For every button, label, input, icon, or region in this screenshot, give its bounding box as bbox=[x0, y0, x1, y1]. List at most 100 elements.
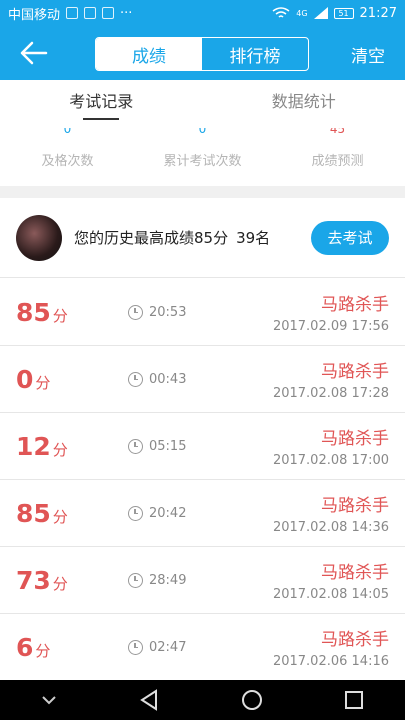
stat-pass-count: 0 及格次数 bbox=[0, 128, 135, 186]
clear-button[interactable]: 清空 bbox=[351, 42, 385, 67]
record-date: 2017.02.08 14:36 bbox=[272, 520, 389, 535]
score-unit: 分 bbox=[35, 373, 51, 392]
score-value: 0 bbox=[16, 364, 34, 394]
duration-value: 00:43 bbox=[149, 371, 187, 387]
record-meta: 马路杀手 2017.02.06 14:16 bbox=[273, 625, 389, 669]
record-date: 2017.02.08 17:00 bbox=[272, 453, 389, 468]
take-exam-button[interactable]: 去考试 bbox=[311, 220, 389, 255]
signal-icon bbox=[313, 7, 328, 19]
record-title: 马路杀手 bbox=[321, 496, 389, 516]
duration: 28:49 bbox=[128, 572, 187, 588]
records-list[interactable]: 85 分 20:53 马路杀手 2017.02.09 17:56 0 分 00:… bbox=[0, 279, 405, 680]
score: 85 分 bbox=[16, 298, 128, 327]
best-score-text: 您的历史最高成绩85分 bbox=[74, 229, 229, 247]
stat-label: 成绩预测 bbox=[311, 154, 364, 169]
score-value: 85 bbox=[16, 498, 51, 528]
network-type: 4G bbox=[296, 8, 308, 18]
record-title: 马路杀手 bbox=[321, 429, 389, 449]
clock-icon bbox=[128, 572, 143, 588]
record-title: 马路杀手 bbox=[321, 295, 389, 315]
stat-value: 0 bbox=[63, 128, 72, 136]
stat-value: 0 bbox=[198, 128, 207, 136]
record-row[interactable]: 73 分 28:49 马路杀手 2017.02.08 14:05 bbox=[0, 547, 405, 614]
record-row[interactable]: 0 分 00:43 马路杀手 2017.02.08 17:28 bbox=[0, 346, 405, 413]
duration: 02:47 bbox=[128, 639, 187, 655]
wifi-icon bbox=[272, 7, 290, 18]
score-unit: 分 bbox=[52, 507, 68, 526]
record-meta: 马路杀手 2017.02.08 17:00 bbox=[273, 424, 389, 468]
stat-value: 45 bbox=[329, 128, 346, 136]
record-date: 2017.02.09 17:56 bbox=[272, 319, 389, 334]
notification-icon bbox=[102, 7, 115, 19]
record-row[interactable]: 85 分 20:42 马路杀手 2017.02.08 14:36 bbox=[0, 480, 405, 547]
segmented-control: 成绩 排行榜 bbox=[95, 37, 309, 71]
back-triangle-icon[interactable] bbox=[138, 689, 160, 711]
stat-score-prediction: 45 成绩预测 bbox=[270, 128, 405, 186]
score-value: 6 bbox=[16, 632, 34, 662]
duration-value: 20:53 bbox=[149, 304, 187, 320]
duration-value: 20:42 bbox=[149, 505, 187, 521]
duration: 05:15 bbox=[128, 438, 186, 454]
record-date: 2017.02.06 14:16 bbox=[272, 654, 389, 669]
score: 6 分 bbox=[16, 633, 128, 662]
arrow-left-icon[interactable] bbox=[18, 38, 50, 68]
clock-icon bbox=[128, 304, 143, 320]
score-unit: 分 bbox=[35, 641, 51, 660]
record-meta: 马路杀手 2017.02.08 14:05 bbox=[273, 558, 389, 602]
home-circle-icon[interactable] bbox=[241, 689, 263, 711]
duration: 00:43 bbox=[128, 371, 187, 387]
status-bar: 中国移动 ··· 4G 51 21:27 bbox=[0, 0, 405, 26]
score: 73 分 bbox=[16, 566, 128, 595]
duration-value: 28:49 bbox=[149, 572, 187, 588]
record-row[interactable]: 12 分 05:15 马路杀手 2017.02.08 17:00 bbox=[0, 413, 405, 480]
record-title: 马路杀手 bbox=[321, 563, 389, 583]
tab-scores[interactable]: 成绩 bbox=[96, 38, 202, 70]
system-nav-bar bbox=[0, 680, 405, 720]
sub-tabs: 考试记录 数据统计 bbox=[0, 80, 405, 128]
score-unit: 分 bbox=[52, 440, 68, 459]
chevron-down-icon[interactable] bbox=[41, 695, 57, 705]
clock-time: 21:27 bbox=[359, 5, 397, 21]
clock-icon bbox=[128, 639, 143, 655]
record-date: 2017.02.08 14:05 bbox=[272, 587, 389, 602]
score-value: 12 bbox=[16, 431, 51, 461]
score-unit: 分 bbox=[52, 574, 68, 593]
stat-total-exams: 0 累计考试次数 bbox=[135, 128, 270, 186]
rank-text: 39名 bbox=[236, 229, 271, 247]
duration: 20:53 bbox=[128, 304, 187, 320]
more-notifications-icon: ··· bbox=[120, 5, 133, 21]
score-unit: 分 bbox=[52, 306, 68, 325]
duration-value: 02:47 bbox=[149, 639, 187, 655]
battery-icon: 51 bbox=[333, 7, 354, 19]
tab-exam-records[interactable]: 考试记录 bbox=[0, 80, 203, 128]
clock-icon bbox=[128, 371, 143, 387]
record-row[interactable]: 6 分 02:47 马路杀手 2017.02.06 14:16 bbox=[0, 614, 405, 680]
record-meta: 马路杀手 2017.02.08 14:36 bbox=[273, 491, 389, 535]
tab-label: 考试记录 bbox=[69, 92, 134, 111]
record-title: 马路杀手 bbox=[321, 630, 389, 650]
recents-square-icon[interactable] bbox=[344, 690, 364, 710]
record-meta: 马路杀手 2017.02.09 17:56 bbox=[273, 290, 389, 334]
record-meta: 马路杀手 2017.02.08 17:28 bbox=[273, 357, 389, 401]
tab-indicator bbox=[83, 118, 120, 120]
score: 85 分 bbox=[16, 499, 128, 528]
stat-label: 累计考试次数 bbox=[163, 154, 242, 169]
carrier-label: 中国移动 bbox=[8, 7, 61, 23]
record-row[interactable]: 85 分 20:53 马路杀手 2017.02.09 17:56 bbox=[0, 279, 405, 346]
stats-panel: 0 及格次数 0 累计考试次数 45 成绩预测 bbox=[0, 128, 405, 186]
score-value: 85 bbox=[16, 297, 51, 327]
tab-leaderboard[interactable]: 排行榜 bbox=[202, 38, 308, 70]
score: 12 分 bbox=[16, 432, 128, 461]
record-title: 马路杀手 bbox=[321, 362, 389, 382]
tab-statistics[interactable]: 数据统计 bbox=[203, 80, 405, 128]
score-value: 73 bbox=[16, 565, 51, 595]
score: 0 分 bbox=[16, 365, 128, 394]
section-divider bbox=[0, 186, 405, 198]
record-date: 2017.02.08 17:28 bbox=[272, 386, 389, 401]
clock-icon bbox=[128, 438, 143, 454]
stat-label: 及格次数 bbox=[41, 154, 94, 169]
duration: 20:42 bbox=[128, 505, 187, 521]
notification-icon bbox=[66, 7, 79, 19]
notification-icon bbox=[84, 7, 97, 19]
avatar[interactable] bbox=[16, 214, 62, 261]
